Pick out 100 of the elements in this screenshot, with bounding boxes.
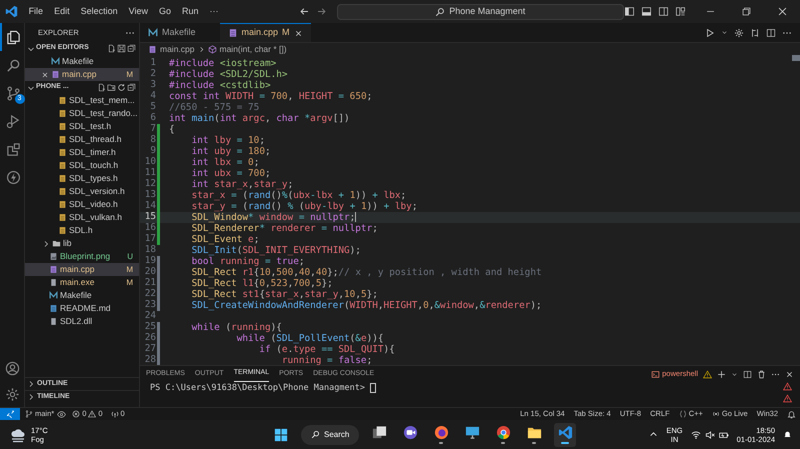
menu-item[interactable]: File	[24, 4, 48, 18]
code-line: #include <cstdlib>	[169, 80, 271, 91]
bell-icon[interactable]	[787, 410, 796, 418]
editor-tab[interactable]: main.cpp M	[220, 23, 311, 42]
back-arrow-icon[interactable]	[298, 6, 310, 17]
cpp-file-icon	[51, 70, 60, 79]
close-icon[interactable]	[785, 370, 794, 378]
line-number: 15	[144, 210, 156, 223]
file-tree-item[interactable]: SDL_types.h	[25, 172, 139, 185]
file-tree-item[interactable]: SDL_test.h	[25, 120, 139, 133]
function-icon	[208, 44, 216, 54]
layout-icon[interactable]	[675, 6, 686, 17]
command-search-field[interactable]: Phone Managment	[336, 4, 624, 20]
file-tree-item[interactable]: main.cpp M	[25, 263, 139, 276]
menu-item[interactable]: Run	[177, 4, 204, 18]
remote-button[interactable]	[0, 408, 20, 420]
line-number: 16	[144, 221, 156, 234]
taskbar-app[interactable]	[554, 422, 576, 446]
split-terminal-icon[interactable]	[743, 370, 752, 378]
toggle-secondary-sidebar-icon[interactable]	[658, 6, 669, 17]
split-editor-icon[interactable]	[766, 28, 776, 38]
close-icon[interactable]	[41, 70, 49, 78]
scrollbar-thumb[interactable]	[792, 55, 800, 61]
file-tree-item[interactable]: SDL_test_rando...	[25, 107, 139, 120]
caret-icon[interactable]	[721, 29, 728, 36]
file-tree-item[interactable]: main.cpp M	[25, 68, 139, 81]
code-line: bool running = true;	[190, 256, 304, 267]
close-icon[interactable]	[776, 6, 788, 17]
eye-icon[interactable]	[57, 410, 66, 418]
weather-cloud-icon[interactable]	[10, 426, 26, 442]
menu-item[interactable]: ···	[204, 4, 224, 18]
file-tree-item[interactable]: SDL_vulkan.h	[25, 211, 139, 224]
code-line: SDL_Renderer* renderer = nullptr;	[190, 223, 378, 234]
file-tree-item[interactable]: Makefile	[25, 289, 139, 302]
new-file-icon[interactable]	[107, 44, 116, 53]
taskbar-search[interactable]: Search	[301, 424, 360, 444]
collapse-icon[interactable]	[127, 83, 136, 92]
code-line: if (e.type == SDL_QUIT){	[258, 344, 395, 355]
code-line: while (SDL_PollEvent(&e)){	[236, 333, 384, 344]
breadcrumb-item[interactable]: main(int, char * [])	[220, 42, 287, 56]
header-file-icon	[58, 187, 67, 196]
new-folder-icon[interactable]	[107, 83, 116, 92]
chrome-icon	[496, 425, 511, 440]
line-number: 21	[144, 276, 156, 289]
folder-icon	[52, 239, 61, 248]
refresh-icon[interactable]	[117, 83, 126, 92]
collapse-icon[interactable]	[127, 44, 136, 53]
header-file-icon	[58, 109, 67, 118]
line-number: 20	[144, 265, 156, 278]
header-file-icon	[58, 122, 67, 131]
code-line: int lby = 10;	[190, 135, 265, 146]
vscode-logo-icon	[558, 425, 573, 440]
trash-icon[interactable]	[757, 370, 766, 378]
maximize-icon[interactable]	[740, 6, 752, 17]
file-tree-item[interactable]: lib	[25, 237, 139, 250]
line-number: 12	[144, 177, 156, 190]
editor-tab[interactable]: Makefile	[140, 23, 220, 42]
forward-arrow-icon[interactable]	[316, 6, 327, 17]
line-number: 1	[149, 56, 156, 69]
menu-item[interactable]: Selection	[76, 4, 123, 18]
file-tree-item[interactable]: main.exe M	[25, 276, 139, 289]
branch-icon	[25, 410, 33, 418]
run-icon[interactable]	[705, 28, 715, 38]
file-tree-item[interactable]: SDL_version.h	[25, 185, 139, 198]
line-number: 23	[144, 298, 156, 311]
file-tree-item[interactable]: Makefile	[25, 55, 139, 68]
speaker-muted-icon[interactable]	[704, 430, 715, 440]
file-tree-item[interactable]: README.md	[25, 302, 139, 315]
line-number: 11	[144, 166, 156, 179]
notification-bell-icon[interactable]	[783, 430, 792, 439]
file-tree-item[interactable]: SDL_timer.h	[25, 146, 139, 159]
new-file-icon[interactable]	[97, 83, 106, 92]
menu-item[interactable]: View	[124, 4, 153, 18]
cpp-file-icon	[228, 28, 238, 38]
breadcrumb-item[interactable]: main.cpp	[160, 42, 194, 56]
file-tree-item[interactable]: SDL2.dll	[25, 315, 139, 328]
menu-item[interactable]: Edit	[49, 4, 75, 18]
close-icon[interactable]	[294, 28, 303, 38]
file-tree-item[interactable]: SDL_video.h	[25, 198, 139, 211]
caret-icon[interactable]	[731, 370, 738, 378]
menu-item[interactable]: Go	[154, 4, 176, 18]
line-number: 14	[144, 199, 156, 212]
file-tree-item[interactable]: SDL_thread.h	[25, 133, 139, 146]
line-number: 7	[149, 122, 156, 135]
save-all-icon[interactable]	[117, 44, 126, 53]
toggle-sidebar-icon[interactable]	[624, 6, 635, 17]
new-terminal-icon[interactable]	[717, 370, 726, 378]
wifi-icon[interactable]	[690, 430, 701, 440]
settings-icon[interactable]	[4, 386, 20, 402]
file-tree-item[interactable]: SDL_touch.h	[25, 159, 139, 172]
settings-icon[interactable]	[734, 28, 744, 38]
vscode-logo-icon	[5, 5, 18, 18]
toggle-panel-icon[interactable]	[641, 6, 652, 17]
account-icon[interactable]	[4, 360, 20, 376]
file-tree-item[interactable]: Blueprint.png U	[25, 250, 139, 263]
file-tree-item[interactable]: SDL.h	[25, 224, 139, 237]
warning-icon[interactable]	[783, 394, 792, 403]
explorer-icon	[6, 30, 20, 44]
warning-icon[interactable]	[783, 382, 792, 391]
file-tree-item[interactable]: SDL_test_mem...	[25, 94, 139, 107]
